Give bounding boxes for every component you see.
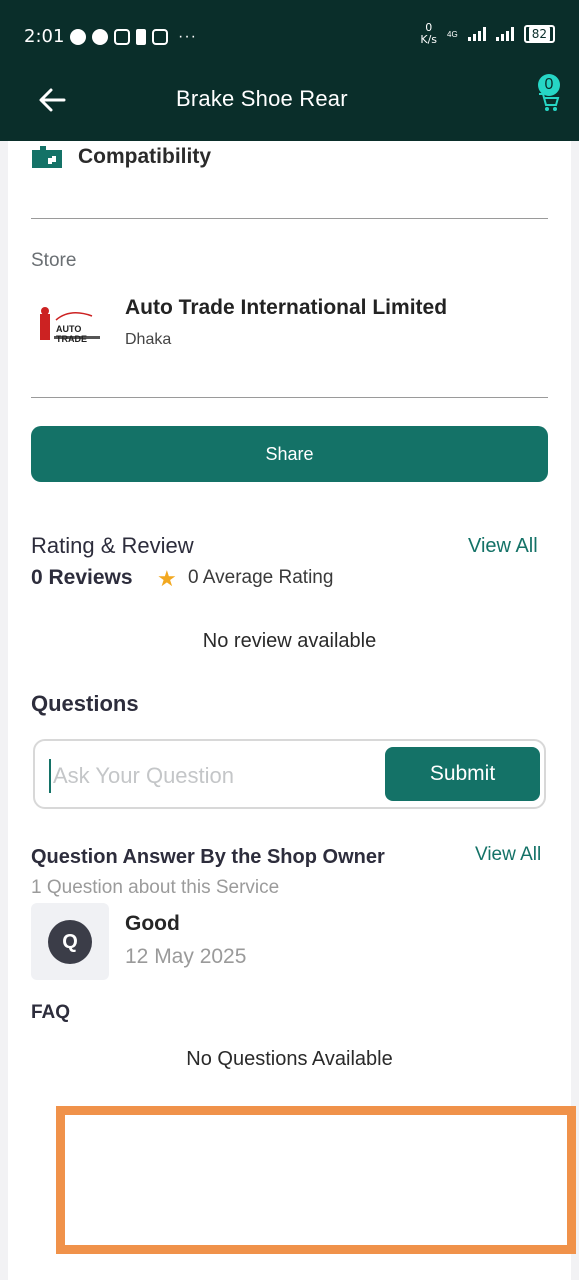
- rating-review-title: Rating & Review: [31, 533, 194, 558]
- puzzle-icon: [32, 146, 62, 168]
- store-logo[interactable]: AUTO TRADE: [36, 306, 102, 344]
- network-type: 4G: [447, 29, 458, 39]
- battery-level: 82: [528, 27, 550, 41]
- faq-title: FAQ: [31, 1002, 71, 1023]
- messenger-icon: [70, 29, 86, 45]
- status-time: 2:01: [24, 26, 65, 47]
- app-icon-2: [152, 29, 168, 45]
- chat-icon: [92, 29, 108, 45]
- more-notifications-icon: ···: [178, 28, 197, 45]
- divider: [31, 218, 548, 219]
- highlight-box: [56, 1106, 576, 1254]
- store-name[interactable]: Auto Trade International Limited: [125, 296, 447, 320]
- back-arrow-icon[interactable]: [36, 84, 68, 116]
- question-avatar: Q: [31, 903, 109, 980]
- app-icon: [114, 29, 130, 45]
- speed-unit: K/s: [420, 33, 438, 46]
- page-title: Brake Shoe Rear: [176, 86, 348, 111]
- submit-button[interactable]: Submit: [385, 747, 540, 801]
- network-speed: 0 K/s: [420, 22, 437, 46]
- question-icon: Q: [48, 920, 92, 964]
- qa-title: Question Answer By the Shop Owner: [31, 846, 385, 868]
- store-logo-text: AUTO TRADE: [56, 324, 87, 344]
- questions-title: Questions: [31, 691, 139, 716]
- no-review-message: No review available: [202, 630, 377, 652]
- store-city: Dhaka: [125, 331, 172, 348]
- compatibility-label: Compatibility: [78, 145, 212, 168]
- qa-view-all-link[interactable]: View All: [475, 844, 541, 866]
- star-icon: ★: [157, 566, 177, 591]
- no-questions-message: No Questions Available: [186, 1048, 393, 1070]
- rating-view-all-link[interactable]: View All: [468, 535, 538, 558]
- notification-icons: ···: [70, 28, 197, 46]
- qa-subtitle: 1 Question about this Service: [31, 877, 280, 898]
- ask-question-box: Submit: [33, 739, 546, 809]
- reviews-count: 0 Reviews: [31, 566, 133, 589]
- share-button[interactable]: Share: [31, 426, 548, 482]
- signal-icon-2: [495, 27, 514, 41]
- question-text[interactable]: Good: [125, 912, 180, 936]
- cart-button[interactable]: 0: [534, 74, 564, 112]
- cart-icon: [539, 93, 560, 111]
- question-date: 12 May 2025: [125, 945, 247, 968]
- store-heading: Store: [31, 250, 77, 271]
- ask-question-input[interactable]: [49, 759, 379, 793]
- signal-icon: [467, 27, 486, 41]
- battery-icon: 82: [523, 25, 555, 43]
- arrow-icon: [136, 29, 146, 45]
- status-right: 0 K/s 4G 82: [420, 22, 555, 46]
- compatibility-row[interactable]: Compatibility: [30, 144, 211, 170]
- divider: [31, 397, 548, 398]
- top-bar: 2:01 ··· 0 K/s 4G 82 Brake Shoe Rear 0: [0, 0, 579, 141]
- average-rating: 0 Average Rating: [188, 567, 334, 588]
